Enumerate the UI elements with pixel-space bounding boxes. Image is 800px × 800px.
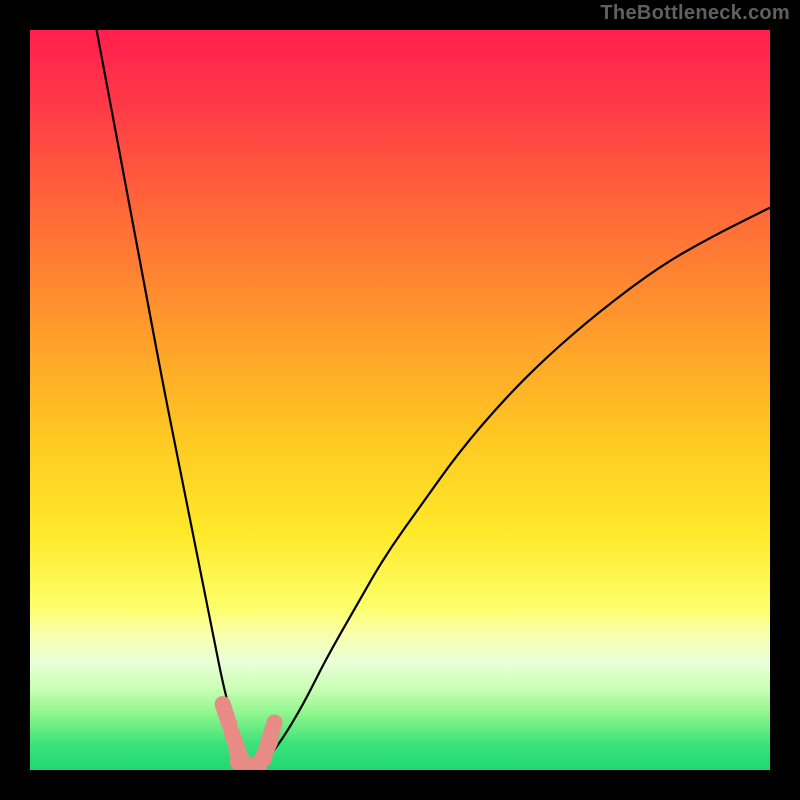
plot-area bbox=[30, 30, 770, 770]
marker-dab bbox=[268, 723, 275, 744]
outer-frame: TheBottleneck.com bbox=[0, 0, 800, 800]
marker-dab bbox=[223, 704, 230, 725]
gradient-background bbox=[30, 30, 770, 770]
watermark-text: TheBottleneck.com bbox=[600, 2, 790, 25]
chart-svg bbox=[30, 30, 770, 770]
